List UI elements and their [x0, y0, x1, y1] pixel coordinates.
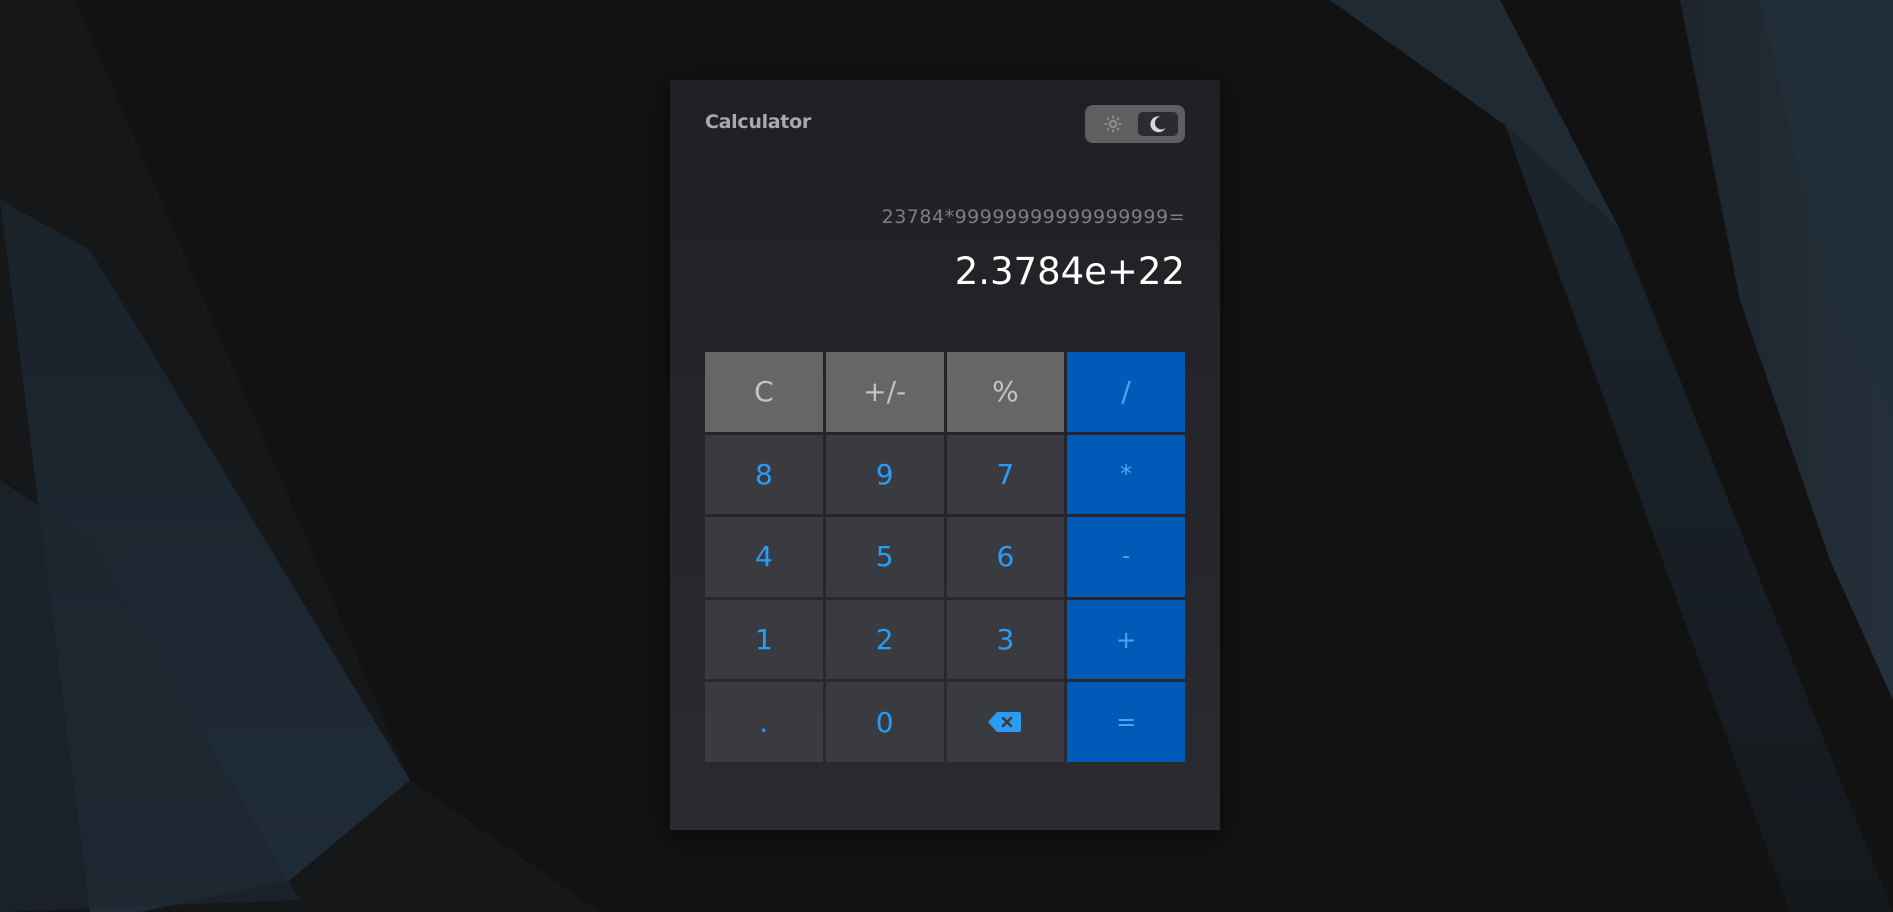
moon-icon — [1150, 116, 1166, 133]
digit-5-button[interactable]: 5 — [825, 517, 944, 597]
digit-0-button[interactable]: 0 — [825, 682, 944, 762]
result-display: 2.3784e+22 — [954, 250, 1185, 293]
app-title: Calculator — [705, 111, 811, 133]
digit-1-button[interactable]: 1 — [705, 599, 823, 680]
negate-button[interactable]: +/- — [825, 352, 944, 432]
backspace-button[interactable] — [946, 682, 1065, 762]
digit-8-button[interactable]: 8 — [705, 434, 823, 515]
expression-display: 23784*99999999999999999= — [881, 206, 1185, 228]
sun-icon — [1104, 115, 1122, 133]
backspace-icon — [988, 712, 1022, 733]
calculator-window: Calculator 23784*99999999999999999= 2.37… — [670, 80, 1220, 830]
decimal-button[interactable]: . — [705, 682, 823, 762]
add-button[interactable]: + — [1067, 599, 1185, 680]
subtract-button[interactable]: - — [1067, 517, 1185, 597]
digit-2-button[interactable]: 2 — [825, 599, 944, 680]
divide-button[interactable]: / — [1067, 352, 1185, 432]
digit-9-button[interactable]: 9 — [825, 434, 944, 515]
multiply-button[interactable]: * — [1067, 434, 1185, 515]
keypad: C +/- % / 8 9 7 * 4 5 6 - 1 2 3 + . 0 = — [705, 352, 1185, 762]
dark-theme-option[interactable] — [1138, 112, 1178, 136]
digit-3-button[interactable]: 3 — [946, 599, 1065, 680]
theme-toggle[interactable] — [1085, 105, 1185, 143]
equals-button[interactable]: = — [1067, 682, 1185, 762]
clear-button[interactable]: C — [705, 352, 823, 432]
percent-button[interactable]: % — [946, 352, 1065, 432]
digit-4-button[interactable]: 4 — [705, 517, 823, 597]
digit-6-button[interactable]: 6 — [946, 517, 1065, 597]
digit-7-button[interactable]: 7 — [946, 434, 1065, 515]
light-theme-option[interactable] — [1093, 112, 1133, 136]
